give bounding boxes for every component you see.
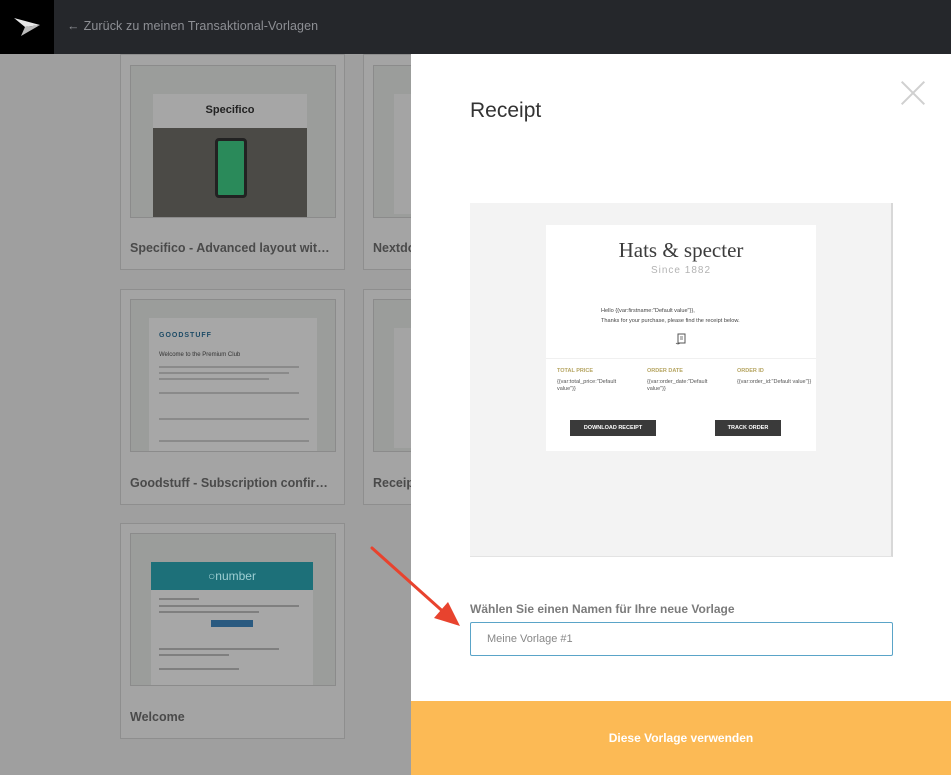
summary-order-id: ORDER ID {{var:order_id:"Default value"}… bbox=[737, 368, 812, 386]
summary-order-date: ORDER DATE {{var:order_date:"Default val… bbox=[647, 368, 722, 392]
thumb-heading: Welcome to the Premium Club bbox=[159, 352, 241, 358]
track-order-button: TRACK ORDER bbox=[715, 420, 781, 436]
thumb-header: ○number bbox=[151, 562, 313, 590]
thumb-photo bbox=[153, 128, 307, 217]
close-icon[interactable] bbox=[900, 80, 926, 106]
thumb-title: Specifico bbox=[205, 104, 255, 116]
back-to-templates-link[interactable]: ← Zurück zu meinen Transaktional-Vorlagen bbox=[67, 19, 318, 33]
template-name-input[interactable] bbox=[470, 622, 893, 656]
summary-value: {{var:total_price:"Default value"}} bbox=[557, 379, 617, 392]
divider bbox=[546, 358, 816, 359]
email-body: Hats & specter Since 1882 Hello {{var:fi… bbox=[546, 225, 816, 451]
template-thumbnail: GOODSTUFF Welcome to the Premium Club bbox=[130, 299, 336, 452]
thumb-brand: GOODSTUFF bbox=[159, 332, 212, 339]
template-thumbnail: ○number bbox=[130, 533, 336, 686]
thumb-cta bbox=[211, 620, 253, 627]
annotation-arrow bbox=[370, 546, 460, 626]
back-arrow-icon: ← bbox=[67, 19, 80, 33]
template-thumbnail: Specifico bbox=[130, 65, 336, 218]
summary-header: ORDER DATE bbox=[647, 368, 683, 374]
template-preview-panel: Receipt Hats & specter Since 1882 Hello … bbox=[411, 54, 951, 775]
app-logo[interactable] bbox=[0, 0, 54, 54]
greeting-line-1: Hello {{var:firstname:"Default value"}}, bbox=[601, 308, 695, 314]
summary-value: {{var:order_id:"Default value"}} bbox=[737, 379, 812, 385]
template-card-goodstuff[interactable]: GOODSTUFF Welcome to the Premium Club Go… bbox=[120, 289, 345, 505]
back-link-label: Zurück zu meinen Transaktional-Vorlagen bbox=[83, 19, 319, 33]
template-name-label: Wählen Sie einen Namen für Ihre neue Vor… bbox=[470, 602, 735, 616]
email-brand: Hats & specter bbox=[618, 238, 744, 262]
template-card-welcome[interactable]: ○number Welcome bbox=[120, 523, 345, 739]
panel-title: Receipt bbox=[470, 99, 542, 122]
template-card-label: Welcome bbox=[130, 710, 185, 724]
template-card-specifico[interactable]: Specifico Specifico - Advanced layout wi… bbox=[120, 54, 345, 270]
summary-total-price: TOTAL PRICE {{var:total_price:"Default v… bbox=[557, 368, 632, 392]
download-receipt-button: DOWNLOAD RECEIPT bbox=[570, 420, 656, 436]
summary-value: {{var:order_date:"Default value"}} bbox=[647, 379, 708, 392]
email-greeting: Hello {{var:firstname:"Default value"}},… bbox=[601, 307, 740, 326]
summary-header: ORDER ID bbox=[737, 368, 764, 374]
email-preview: Hats & specter Since 1882 Hello {{var:fi… bbox=[470, 203, 893, 557]
greeting-line-2: Thanks for your purchase, please find th… bbox=[601, 317, 740, 324]
top-bar: ← Zurück zu meinen Transaktional-Vorlagen bbox=[0, 0, 951, 54]
receipt-icon bbox=[675, 333, 686, 345]
template-card-label: Specifico - Advanced layout with p... bbox=[130, 241, 336, 255]
summary-header: TOTAL PRICE bbox=[557, 368, 594, 374]
email-since: Since 1882 bbox=[650, 265, 712, 276]
use-template-button[interactable]: Diese Vorlage verwenden bbox=[411, 701, 951, 775]
template-card-label: Goodstuff - Subscription confirmat... bbox=[130, 476, 336, 490]
logo-paper-plane-icon bbox=[14, 18, 40, 36]
